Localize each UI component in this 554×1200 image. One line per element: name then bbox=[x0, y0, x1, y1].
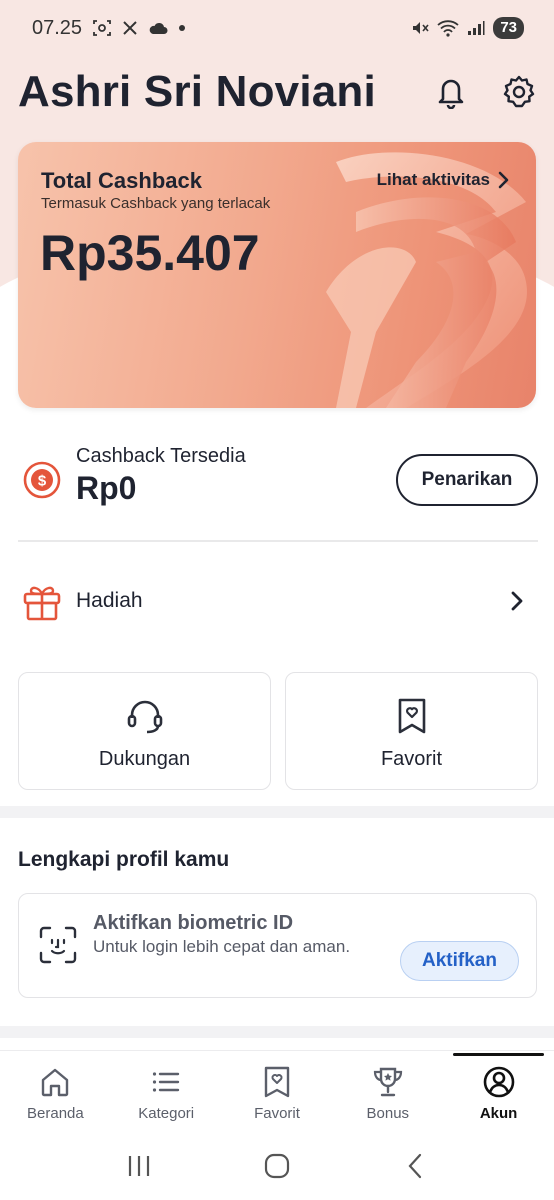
back-icon[interactable] bbox=[395, 1146, 435, 1186]
biometric-title: Aktifkan biometric ID bbox=[93, 912, 294, 934]
chevron-right-icon bbox=[511, 591, 523, 611]
signal-icon bbox=[467, 20, 485, 36]
biometric-card: Aktifkan biometric ID Untuk login lebih … bbox=[18, 893, 537, 998]
activate-biometric-button[interactable]: Aktifkan bbox=[400, 941, 519, 981]
headset-icon bbox=[127, 700, 162, 733]
bottom-navigation: Beranda Kategori Favorit Bonus Akun bbox=[0, 1050, 554, 1132]
svg-text:$: $ bbox=[38, 473, 47, 490]
cloud-icon bbox=[148, 21, 168, 35]
nav-categories-label: Kategori bbox=[138, 1105, 195, 1122]
available-cashback-amount: Rp0 bbox=[76, 470, 137, 506]
mute-icon bbox=[411, 19, 429, 37]
gear-icon[interactable] bbox=[500, 73, 538, 111]
available-cashback-row: $ Cashback Tersedia Rp0 Penarikan bbox=[18, 440, 538, 520]
notification-dot-icon bbox=[178, 24, 186, 32]
home-icon bbox=[42, 1068, 69, 1097]
nav-bonus-label: Bonus bbox=[366, 1105, 410, 1122]
support-label: Dukungan bbox=[98, 747, 191, 770]
gift-row[interactable]: Hadiah bbox=[18, 570, 538, 632]
nav-home-label: Beranda bbox=[27, 1105, 84, 1122]
battery-indicator: 73 bbox=[493, 17, 524, 39]
home-button-icon[interactable] bbox=[257, 1146, 297, 1186]
divider bbox=[18, 540, 538, 542]
x-app-icon bbox=[122, 20, 138, 36]
status-bar: 07.25 73 bbox=[0, 0, 554, 56]
support-tile[interactable]: Dukungan bbox=[18, 672, 271, 790]
status-time: 07.25 bbox=[32, 16, 83, 39]
nav-favorites-label: Favorit bbox=[254, 1105, 300, 1122]
gift-icon bbox=[23, 586, 61, 621]
nav-bonus[interactable]: Bonus bbox=[332, 1051, 443, 1132]
chevron-right-icon bbox=[498, 171, 509, 189]
biometric-description: Untuk login lebih cepat dan aman. bbox=[93, 937, 351, 956]
nav-favorites[interactable]: Favorit bbox=[222, 1051, 333, 1132]
recent-apps-icon[interactable] bbox=[119, 1146, 159, 1186]
face-id-icon bbox=[39, 926, 77, 964]
total-cashback-card[interactable]: Total Cashback Termasuk Cashback yang te… bbox=[18, 142, 536, 408]
nav-categories[interactable]: Kategori bbox=[111, 1051, 222, 1132]
nav-home[interactable]: Beranda bbox=[0, 1051, 111, 1132]
wifi-icon bbox=[437, 19, 459, 37]
account-header: Ashri Sri Noviani bbox=[18, 64, 538, 120]
system-navigation-bar bbox=[0, 1132, 554, 1200]
complete-profile-title: Lengkapi profil kamu bbox=[18, 848, 230, 871]
nav-account[interactable]: Akun bbox=[443, 1051, 554, 1132]
shortcut-tiles: Dukungan Favorit bbox=[18, 672, 538, 790]
view-activity-label: Lihat aktivitas bbox=[376, 170, 490, 189]
available-cashback-label: Cashback Tersedia bbox=[76, 445, 246, 467]
bookmark-heart-icon bbox=[264, 1066, 290, 1098]
card-title: Total Cashback bbox=[41, 168, 202, 193]
nav-account-label: Akun bbox=[479, 1105, 518, 1122]
card-subtitle: Termasuk Cashback yang terlacak bbox=[41, 195, 271, 212]
section-separator bbox=[0, 806, 554, 818]
favorite-label: Favorit bbox=[380, 747, 443, 770]
withdraw-button[interactable]: Penarikan bbox=[396, 454, 538, 506]
gift-label: Hadiah bbox=[76, 589, 143, 612]
total-cashback-amount: Rp35.407 bbox=[40, 225, 260, 281]
list-icon bbox=[153, 1072, 180, 1092]
screenshot-icon bbox=[92, 18, 112, 38]
favorite-tile[interactable]: Favorit bbox=[285, 672, 538, 790]
bookmark-heart-icon bbox=[398, 698, 425, 733]
view-activity-link[interactable]: Lihat aktivitas bbox=[377, 170, 510, 190]
section-separator bbox=[0, 1026, 554, 1038]
bell-icon[interactable] bbox=[432, 73, 470, 111]
trophy-icon bbox=[373, 1067, 402, 1097]
profile-name: Ashri Sri Noviani bbox=[18, 67, 376, 116]
coin-icon: $ bbox=[23, 461, 61, 499]
account-icon bbox=[483, 1066, 514, 1098]
